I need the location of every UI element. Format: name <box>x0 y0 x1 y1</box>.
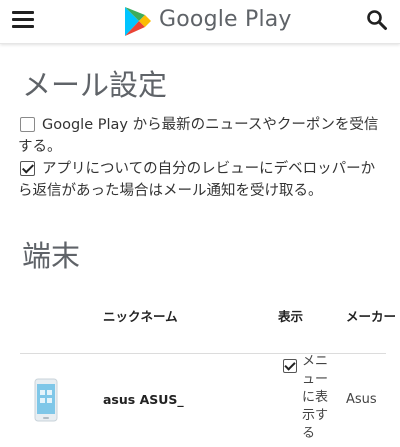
logo-text: Google Play <box>159 7 292 32</box>
device-nickname[interactable]: asus ASUS_ <box>103 392 184 407</box>
show-in-menu-checkbox[interactable] <box>283 359 297 373</box>
email-settings-title: メール設定 <box>22 68 168 102</box>
column-header-show: 表示 <box>278 309 304 324</box>
news-coupon-option: Google Play から最新のニュースやクーポンを受信する。 <box>18 114 388 158</box>
review-reply-label: アプリについての自分のレビューにデベロッパーから返信があった場合はメール通知を受… <box>18 161 376 199</box>
google-play-logo[interactable]: Google Play <box>123 5 291 39</box>
device-maker: Asus <box>346 392 377 407</box>
show-in-menu-label: メニューに表示する <box>302 354 329 441</box>
search-icon[interactable] <box>366 9 388 31</box>
play-triangle-icon <box>125 7 151 36</box>
review-reply-checkbox[interactable] <box>20 161 35 176</box>
phone-device-image <box>34 378 58 422</box>
top-app-bar: Google Play <box>0 0 400 44</box>
device-table: ニックネーム 表示 メーカー asus ASUS_ メニューに表示する Asus <box>0 296 400 447</box>
devices-title: 端末 <box>22 239 81 273</box>
table-divider <box>20 353 386 354</box>
column-header-nickname: ニックネーム <box>103 309 178 324</box>
news-coupon-checkbox[interactable] <box>20 117 35 132</box>
news-coupon-label: Google Play から最新のニュースやクーポンを受信する。 <box>18 117 379 155</box>
column-header-maker: メーカー <box>346 309 397 324</box>
hamburger-menu-icon[interactable] <box>12 11 34 29</box>
review-reply-option: アプリについての自分のレビューにデベロッパーから返信があった場合はメール通知を受… <box>18 158 388 202</box>
